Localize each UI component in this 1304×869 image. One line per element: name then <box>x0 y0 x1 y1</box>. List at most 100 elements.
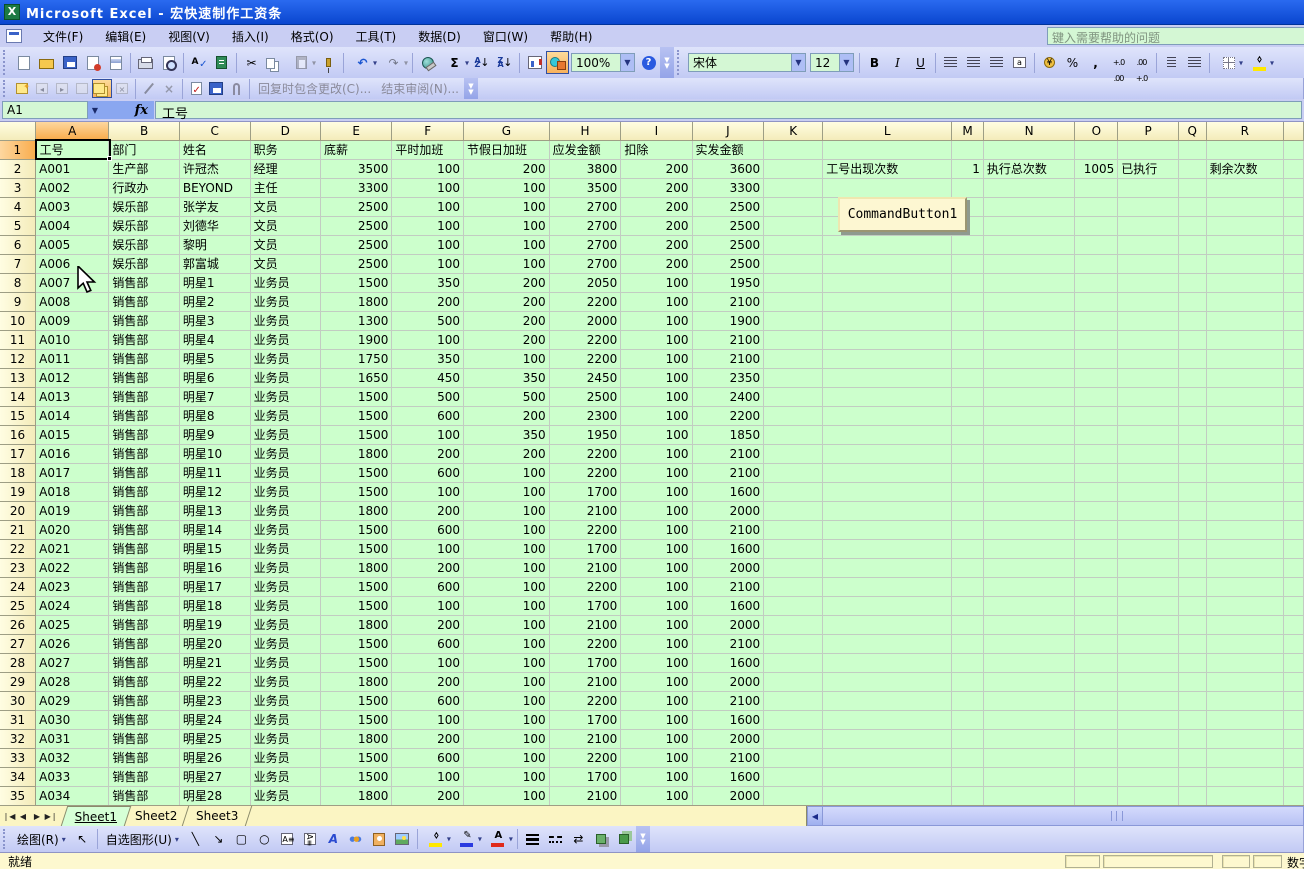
chart-wizard-icon[interactable] <box>523 51 546 74</box>
cell-H33[interactable]: 2200 <box>549 748 621 767</box>
cell-clip16[interactable] <box>1284 425 1304 444</box>
cell-L10[interactable] <box>823 311 952 330</box>
cell-F5[interactable]: 100 <box>392 216 464 235</box>
cell-J2[interactable]: 3600 <box>692 159 764 178</box>
cell-B6[interactable]: 娱乐部 <box>109 235 179 254</box>
cell-B19[interactable]: 销售部 <box>109 482 179 501</box>
cell-H7[interactable]: 2700 <box>549 254 621 273</box>
attach-file-icon[interactable] <box>226 79 246 98</box>
column-header-clip[interactable] <box>1284 122 1304 140</box>
cell-clip20[interactable] <box>1284 501 1304 520</box>
row-header-30[interactable]: 30 <box>0 691 36 710</box>
cell-N19[interactable] <box>983 482 1075 501</box>
cell-C2[interactable]: 许冠杰 <box>179 159 250 178</box>
cell-L7[interactable] <box>823 254 952 273</box>
cell-R18[interactable] <box>1206 463 1284 482</box>
cell-K26[interactable] <box>764 615 823 634</box>
cell-H29[interactable]: 2100 <box>549 672 621 691</box>
cell-E20[interactable]: 1800 <box>321 501 392 520</box>
cell-C26[interactable]: 明星19 <box>179 615 250 634</box>
cell-E15[interactable]: 1500 <box>321 406 392 425</box>
cell-G9[interactable]: 200 <box>464 292 550 311</box>
cell-C5[interactable]: 刘德华 <box>179 216 250 235</box>
cell-D14[interactable]: 业务员 <box>250 387 320 406</box>
cell-H23[interactable]: 2100 <box>549 558 621 577</box>
cell-E35[interactable]: 1800 <box>321 786 392 805</box>
cell-A25[interactable]: A024 <box>36 596 109 615</box>
cell-J23[interactable]: 2000 <box>692 558 764 577</box>
increase-indent-icon[interactable] <box>1183 51 1206 74</box>
cell-F20[interactable]: 200 <box>392 501 464 520</box>
cell-clip12[interactable] <box>1284 349 1304 368</box>
cell-R2[interactable]: 剩余次数 <box>1206 159 1284 178</box>
cell-G32[interactable]: 100 <box>464 729 550 748</box>
column-header-K[interactable]: K <box>764 122 823 140</box>
cell-M1[interactable] <box>952 140 984 159</box>
cell-M19[interactable] <box>952 482 984 501</box>
cell-G21[interactable]: 100 <box>464 520 550 539</box>
row-header-9[interactable]: 9 <box>0 292 36 311</box>
cell-I12[interactable]: 100 <box>621 349 692 368</box>
cell-O3[interactable] <box>1075 178 1118 197</box>
column-header-H[interactable]: H <box>549 122 621 140</box>
sort-descending-icon[interactable]: ↓ <box>493 51 516 74</box>
cell-I24[interactable]: 100 <box>621 577 692 596</box>
save-icon[interactable] <box>58 51 81 74</box>
cell-E6[interactable]: 2500 <box>321 235 392 254</box>
cell-C18[interactable]: 明星11 <box>179 463 250 482</box>
cell-E33[interactable]: 1500 <box>321 748 392 767</box>
cell-H25[interactable]: 1700 <box>549 596 621 615</box>
cell-O20[interactable] <box>1075 501 1118 520</box>
cell-N1[interactable] <box>983 140 1075 159</box>
cell-I15[interactable]: 100 <box>621 406 692 425</box>
cell-P9[interactable] <box>1118 292 1179 311</box>
scroll-left-icon[interactable]: ◀ <box>807 806 823 826</box>
cell-Q17[interactable] <box>1178 444 1206 463</box>
cell-C11[interactable]: 明星4 <box>179 330 250 349</box>
cell-C27[interactable]: 明星20 <box>179 634 250 653</box>
merge-center-icon[interactable]: a <box>1008 51 1031 74</box>
column-header-D[interactable]: D <box>250 122 320 140</box>
clip-art-icon[interactable] <box>368 828 391 851</box>
cell-H1[interactable]: 应发金额 <box>549 140 621 159</box>
previous-sheet-icon[interactable]: ◀ <box>16 809 30 824</box>
cell-I2[interactable]: 200 <box>621 159 692 178</box>
name-box-dropdown-icon[interactable]: ▼ <box>88 101 102 119</box>
cell-clip25[interactable] <box>1284 596 1304 615</box>
cell-F17[interactable]: 200 <box>392 444 464 463</box>
cell-M12[interactable] <box>952 349 984 368</box>
cell-C12[interactable]: 明星5 <box>179 349 250 368</box>
cell-F32[interactable]: 200 <box>392 729 464 748</box>
decrease-indent-icon[interactable] <box>1160 51 1183 74</box>
cell-D28[interactable]: 业务员 <box>250 653 320 672</box>
drawing-icon[interactable] <box>546 51 569 74</box>
row-header-25[interactable]: 25 <box>0 596 36 615</box>
cell-F35[interactable]: 200 <box>392 786 464 805</box>
menu-view[interactable]: 视图(V) <box>157 26 221 47</box>
open-icon[interactable] <box>35 51 58 74</box>
cell-R1[interactable] <box>1206 140 1284 159</box>
save-version-icon[interactable] <box>206 79 226 98</box>
cell-O10[interactable] <box>1075 311 1118 330</box>
cell-M7[interactable] <box>952 254 984 273</box>
cell-K13[interactable] <box>764 368 823 387</box>
cell-M13[interactable] <box>952 368 984 387</box>
cell-J18[interactable]: 2100 <box>692 463 764 482</box>
cell-I4[interactable]: 200 <box>621 197 692 216</box>
cell-O1[interactable] <box>1075 140 1118 159</box>
cell-R14[interactable] <box>1206 387 1284 406</box>
cell-P35[interactable] <box>1118 786 1179 805</box>
tab-sheet3[interactable]: Sheet3 <box>181 806 252 826</box>
help-icon[interactable]: ? <box>637 51 660 74</box>
cell-Q23[interactable] <box>1178 558 1206 577</box>
cell-B1[interactable]: 部门 <box>109 140 179 159</box>
cell-I34[interactable]: 100 <box>621 767 692 786</box>
cell-I27[interactable]: 100 <box>621 634 692 653</box>
cell-D21[interactable]: 业务员 <box>250 520 320 539</box>
cell-O33[interactable] <box>1075 748 1118 767</box>
cell-A24[interactable]: A023 <box>36 577 109 596</box>
cell-D5[interactable]: 文员 <box>250 216 320 235</box>
cell-D18[interactable]: 业务员 <box>250 463 320 482</box>
cell-E16[interactable]: 1500 <box>321 425 392 444</box>
cell-G19[interactable]: 100 <box>464 482 550 501</box>
